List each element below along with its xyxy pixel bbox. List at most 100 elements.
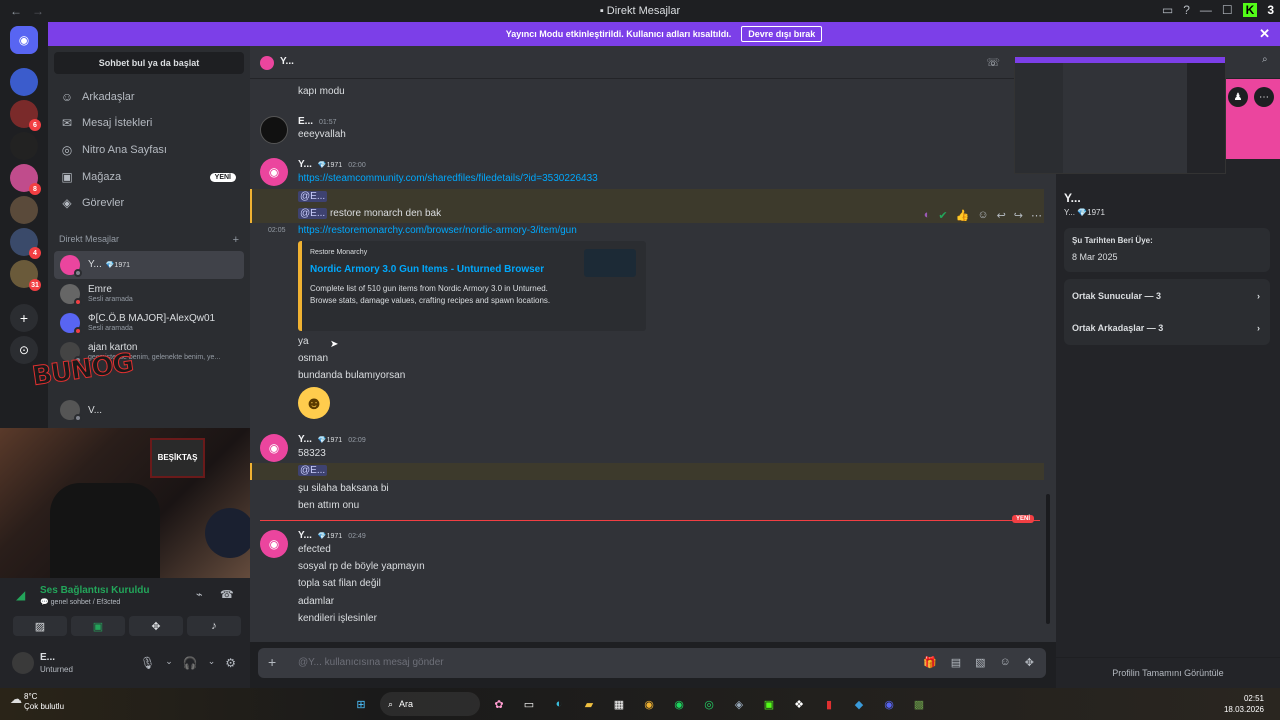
minimize-icon[interactable]: — [1200, 3, 1212, 17]
back-arrow-icon[interactable]: ← [10, 4, 22, 18]
thumbs-up-reaction-icon[interactable]: 👍 [956, 209, 970, 222]
mutual-friends-row[interactable]: Ortak Arkadaşlar — 3 › [1072, 313, 1260, 343]
server-icon-4[interactable]: 8 [10, 164, 41, 195]
view-full-profile-button[interactable]: Profilin Tamamını Görüntüle [1056, 657, 1280, 688]
user-mention[interactable]: @E... [298, 208, 328, 219]
file-explorer-icon[interactable]: ▰ [578, 693, 600, 715]
dm-search-button[interactable]: Sohbet bul ya da başlat [54, 52, 244, 74]
nav-shop[interactable]: ▣ Mağaza YENİ [48, 164, 250, 190]
server-icon-6[interactable]: 4 [10, 228, 41, 259]
server-icon-7[interactable]: 31 [10, 260, 41, 291]
user-avatar[interactable] [12, 652, 34, 674]
nav-quests[interactable]: ◈ Görevler [48, 190, 250, 216]
mutual-servers-row[interactable]: Ortak Sunucular — 3 › [1072, 281, 1260, 311]
weather-cloud-icon[interactable]: ☁ [10, 692, 22, 706]
gift-icon[interactable]: 🎁 [923, 656, 937, 669]
vscode-icon[interactable]: ◆ [848, 693, 870, 715]
minecraft-icon[interactable]: ▩ [908, 693, 930, 715]
embed-thumbnail[interactable] [584, 249, 636, 277]
voice-status[interactable]: Ses Bağlantısı Kuruldu [40, 585, 149, 596]
taskbar-clock[interactable]: 02:51 18.03.2026 [1224, 693, 1264, 715]
attach-plus-icon[interactable]: + [268, 654, 276, 670]
create-dm-plus-icon[interactable]: + [233, 234, 239, 246]
maximize-icon[interactable]: ☐ [1222, 3, 1233, 17]
user-mention[interactable]: @E... [298, 191, 328, 202]
dm-item-4[interactable]: V... [54, 396, 244, 424]
chat-scrollbar[interactable] [1046, 494, 1050, 624]
message-avatar[interactable]: ◉ [260, 158, 288, 186]
disconnect-icon[interactable]: ☎ [220, 588, 234, 601]
header-name[interactable]: Y... [280, 56, 294, 67]
check-reaction-icon[interactable]: ✔ [938, 209, 947, 222]
steam-icon[interactable]: ◈ [728, 693, 750, 715]
activities-button[interactable]: ✥ [129, 616, 183, 636]
dm-item-0[interactable]: Y... 💎1971 [54, 251, 244, 279]
eggplant-reaction-icon[interactable]: ◐ [924, 209, 931, 222]
message-author[interactable]: Y... [298, 530, 312, 541]
close-banner-icon[interactable]: ✕ [1259, 26, 1270, 42]
inbox-icon[interactable]: ▭ [1162, 3, 1173, 17]
red-app-icon[interactable]: ▮ [818, 693, 840, 715]
camera-off-button[interactable]: ▨ [13, 616, 67, 636]
server-icon-5[interactable] [10, 196, 38, 224]
spotify-icon[interactable]: ◉ [668, 693, 690, 715]
more-options-icon[interactable]: ⋯ [1031, 209, 1042, 222]
add-server-icon[interactable]: + [10, 304, 38, 332]
chevron-down-icon[interactable]: ⌄ [208, 656, 216, 670]
emoji-icon[interactable]: ☺ [1000, 656, 1011, 669]
discord-home-button[interactable]: ◉ [10, 26, 38, 54]
zirve-server-icon[interactable] [10, 68, 38, 96]
dm-item-2[interactable]: Ф[C.Ö.B MAJOR]-AlexQw01 Sesli aramada [54, 309, 244, 337]
message-author[interactable]: Y... [298, 434, 312, 445]
taskbar-search[interactable]: ⌕ Ara [380, 692, 480, 716]
nav-friends[interactable]: ☺ Arkadaşlar [48, 84, 250, 110]
whatsapp-icon[interactable]: ◎ [698, 693, 720, 715]
widget-icon[interactable]: ✿ [488, 693, 510, 715]
windows-start-icon[interactable]: ⊞ [350, 693, 372, 715]
game-icon[interactable]: ❖ [788, 693, 810, 715]
apps-icon[interactable]: ✥ [1025, 656, 1034, 669]
message-avatar[interactable]: ◉ [260, 530, 288, 558]
message-avatar[interactable] [260, 116, 288, 144]
soundboard-button[interactable]: ♪ [187, 616, 241, 636]
voice-channel[interactable]: 💬 genel sohbet / Ef3cted [40, 598, 120, 606]
nav-nitro[interactable]: ◎ Nitro Ana Sayfası [48, 137, 250, 163]
chrome-icon[interactable]: ◉ [638, 693, 660, 715]
chevron-down-icon[interactable]: ⌄ [165, 656, 173, 670]
message-author[interactable]: E... [298, 116, 313, 127]
edge-icon[interactable]: ◐ [548, 693, 570, 715]
discord-taskbar-icon[interactable]: ◉ [878, 693, 900, 715]
message-avatar[interactable]: ◉ [260, 434, 288, 462]
task-view-icon[interactable]: ▭ [518, 693, 540, 715]
microphone-icon[interactable]: 🎙 [140, 656, 155, 670]
screen-share-button[interactable]: ▣ [71, 616, 125, 636]
forward-arrow-icon[interactable]: → [32, 4, 44, 18]
server-icon-3[interactable] [10, 132, 38, 160]
profile-more-icon[interactable]: ⋯ [1254, 87, 1274, 107]
add-friend-icon[interactable]: ♟ [1228, 87, 1248, 107]
embed-provider[interactable]: Restore Monarchy [310, 249, 367, 256]
user-mention[interactable]: @E... [298, 465, 328, 476]
embed-title[interactable]: Nordic Armory 3.0 Gun Items - Unturned B… [310, 264, 544, 275]
message-link[interactable]: https://restoremonarchy.com/browser/nord… [298, 224, 577, 238]
server-icon-2[interactable]: 6 [10, 100, 41, 131]
noise-suppression-icon[interactable]: ⌁ [196, 588, 203, 601]
forward-icon[interactable]: ↪ [1014, 209, 1023, 222]
app-icon[interactable]: ▣ [758, 693, 780, 715]
message-link[interactable]: https://steamcommunity.com/sharedfiles/f… [298, 172, 598, 186]
message-input[interactable]: @Y... kullanıcısına mesaj gönder [298, 657, 444, 668]
weather-widget[interactable]: 8°C Çok bulutlu [24, 692, 64, 712]
reply-icon[interactable]: ↩ [997, 209, 1006, 222]
search-icon[interactable]: ⌕ [1262, 54, 1270, 65]
disable-streamer-mode-button[interactable]: Devre dışı bırak [741, 26, 823, 42]
explore-icon[interactable]: ⊙ [10, 336, 38, 364]
nav-message-requests[interactable]: ✉ Mesaj İstekleri [48, 110, 250, 136]
sticker-icon[interactable]: ▧ [975, 656, 985, 669]
dm-item-1[interactable]: Emre Sesli aramada [54, 280, 244, 308]
voice-call-icon[interactable]: ☏ [986, 56, 1000, 69]
settings-gear-icon[interactable]: ⚙ [225, 656, 236, 670]
headphones-icon[interactable]: 🎧 [183, 656, 198, 670]
store-icon[interactable]: ▦ [608, 693, 630, 715]
gif-icon[interactable]: ▤ [951, 656, 961, 669]
add-reaction-icon[interactable]: ☺ [977, 209, 988, 222]
